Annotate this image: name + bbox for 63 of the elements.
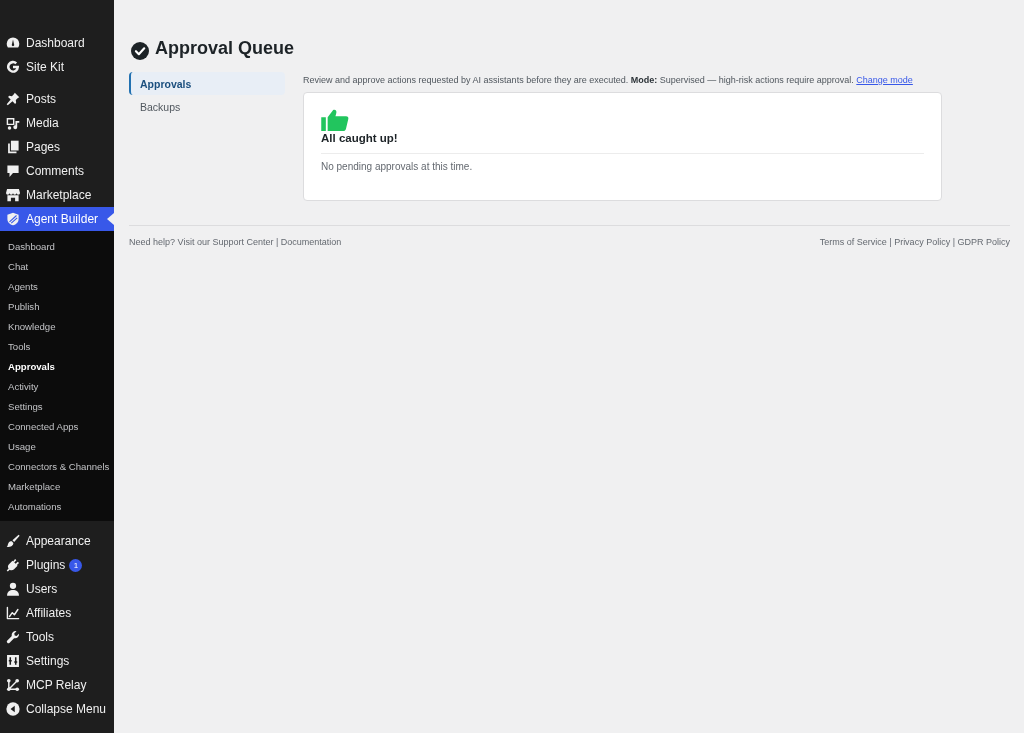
g-icon bbox=[6, 60, 20, 74]
footer-link[interactable]: Privacy Policy bbox=[894, 237, 951, 247]
person-icon bbox=[6, 582, 20, 596]
footer-link[interactable]: GDPR Policy bbox=[957, 237, 1010, 247]
footer-link[interactable]: Terms of Service bbox=[819, 237, 887, 247]
sidebar-subitem[interactable]: Activity bbox=[0, 377, 114, 397]
documents-icon bbox=[6, 140, 20, 154]
sidebar-subitem[interactable]: Automations bbox=[0, 497, 114, 517]
connected-nodes-icon bbox=[6, 678, 20, 692]
sidebar-subitem[interactable]: Settings bbox=[0, 397, 114, 417]
sidebar-subitem[interactable]: Connectors & Channels bbox=[0, 457, 114, 477]
footer-link[interactable]: Documentation bbox=[280, 237, 342, 247]
storefront-icon bbox=[6, 188, 20, 202]
thumbs-up-icon bbox=[321, 109, 349, 131]
sidebar-subitem[interactable]: Knowledge bbox=[0, 317, 114, 337]
empty-state-heading: All caught up! bbox=[321, 131, 399, 145]
line-chart-icon bbox=[6, 606, 20, 620]
gauge-icon bbox=[6, 36, 20, 50]
sidebar-item[interactable]: Settings bbox=[0, 649, 114, 673]
sidebar-item[interactable]: Tools bbox=[0, 625, 114, 649]
pointer-triangle-icon bbox=[107, 213, 114, 225]
shield-icon bbox=[6, 212, 20, 226]
sidebar-subitem[interactable]: Publish bbox=[0, 297, 114, 317]
sidebar-item[interactable]: Marketplace bbox=[0, 183, 114, 207]
sidebar-item[interactable]: Users bbox=[0, 577, 114, 601]
change-mode-link[interactable]: Change mode bbox=[856, 75, 913, 85]
sidebar-subitem[interactable]: Usage bbox=[0, 437, 114, 457]
footer-help-text: Need help? Visit our Support Center | Documentation bbox=[129, 237, 342, 247]
nav-tab[interactable]: Backups bbox=[129, 95, 285, 118]
wrench-icon bbox=[6, 630, 20, 644]
sidebar-item[interactable]: Site Kit bbox=[0, 55, 114, 79]
sidebar-item[interactable]: Media bbox=[0, 111, 114, 135]
photo-and-note-icon bbox=[6, 116, 20, 130]
pushpin-icon bbox=[6, 92, 20, 106]
plug-icon bbox=[6, 558, 20, 572]
footer-links-text: Terms of Service | Privacy Policy | GDPR Policy bbox=[819, 237, 1010, 247]
footer-link[interactable]: Support Center bbox=[212, 237, 274, 247]
sidebar-item[interactable]: Posts bbox=[0, 87, 114, 111]
sidebar-subitem[interactable]: Chat bbox=[0, 257, 114, 277]
sidebar-subitem[interactable]: Connected Apps bbox=[0, 417, 114, 437]
sidebar-subitem[interactable]: Tools bbox=[0, 337, 114, 357]
speech-bubble-icon bbox=[6, 164, 20, 178]
settings-icon bbox=[6, 654, 20, 668]
sidebar-item[interactable]: Collapse Menu bbox=[0, 697, 114, 721]
sidebar-item[interactable]: Plugins 1 bbox=[0, 553, 114, 577]
empty-state-message: No pending approvals at this time. bbox=[321, 160, 474, 174]
update-count-badge: 1 bbox=[69, 558, 83, 572]
sidebar-item[interactable]: MCP Relay bbox=[0, 673, 114, 697]
page-title: Approval Queue bbox=[155, 37, 295, 59]
sidebar-subitem[interactable]: Approvals bbox=[0, 357, 114, 377]
sidebar-item[interactable]: Pages bbox=[0, 135, 114, 159]
description-text: Review and approve actions requested by AI assistants before they are executed. Mode: Supervised — high-risk actions require approval. Change mode bbox=[303, 74, 914, 86]
sidebar-item[interactable]: Affiliates bbox=[0, 601, 114, 625]
check-circle-icon bbox=[131, 42, 149, 60]
sidebar-item[interactable]: Dashboard bbox=[0, 31, 114, 55]
sidebar-item[interactable]: Appearance bbox=[0, 529, 114, 553]
paintbrush-icon bbox=[6, 534, 20, 548]
nav-tab[interactable]: Approvals bbox=[129, 72, 285, 95]
sidebar-subitem[interactable]: Marketplace bbox=[0, 477, 114, 497]
sidebar-subitem[interactable]: Agents bbox=[0, 277, 114, 297]
sidebar-item[interactable]: Comments bbox=[0, 159, 114, 183]
sidebar-item[interactable]: Agent Builder bbox=[0, 207, 114, 231]
sidebar-subitem[interactable]: Dashboard bbox=[0, 237, 114, 257]
